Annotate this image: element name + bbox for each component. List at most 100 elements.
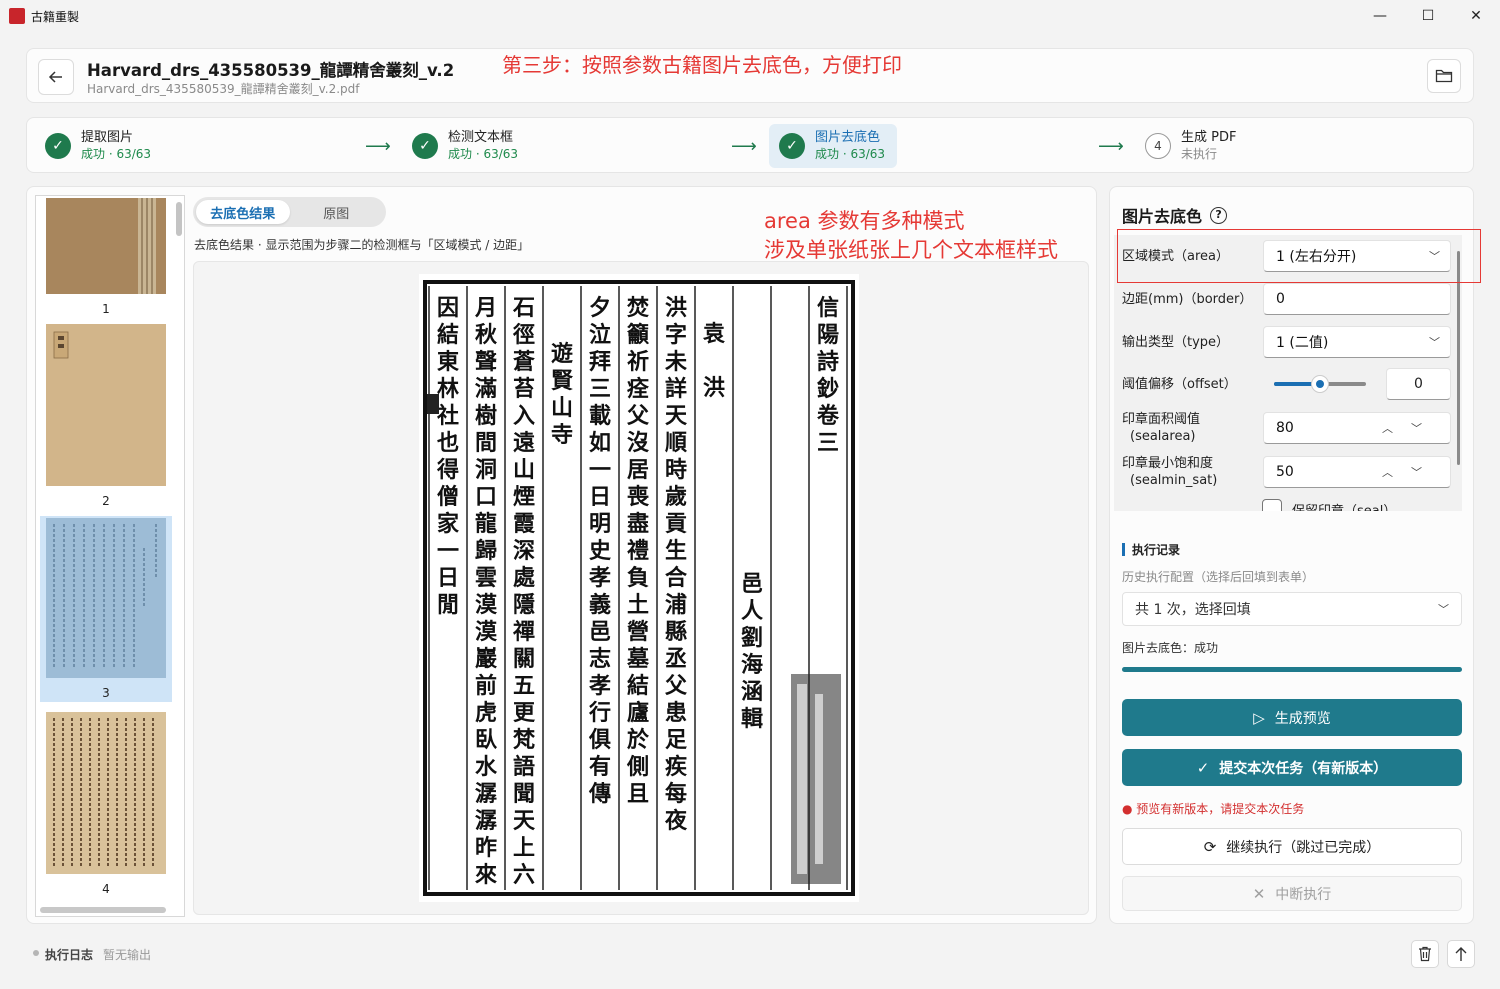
panel-title: 图片去底色 ? [1122,203,1228,227]
type-select[interactable]: 1 (二值) ﹀ [1263,326,1451,358]
expand-log-button[interactable] [1447,940,1475,968]
page-column-text: 因結東林社也得僧家一日閒 [436,295,460,618]
sealmin-label-line: (sealmin_sat) [1130,473,1218,488]
step-name: 提取图片 [81,130,134,145]
page-column-text: 遊賢山寺 [551,341,574,448]
history-select-value: 共 1 次，选择回填 [1135,602,1251,618]
border-label: 边距(mm)（border） [1122,291,1253,307]
back-button[interactable] [38,59,74,95]
page-thumbnail-image [46,324,166,486]
app-logo-icon [9,8,25,24]
help-icon[interactable]: ? [1210,206,1228,224]
thumbnail-scrollbar[interactable] [176,202,182,236]
log-label: 执行日志 [45,948,94,962]
annotation-step3: 第三步：按照参数古籍图片去底色，方便打印 [502,53,902,77]
new-version-warning-text: 预览有新版本，请提交本次任务 [1136,802,1305,816]
continue-button[interactable]: ⟳ 继续执行（跳过已完成） [1122,828,1462,865]
abort-label: 中断执行 [1275,886,1332,903]
chevron-down-icon: ﹀ [1438,603,1449,616]
page-thumbnail-image [46,518,166,678]
thumbnail-number: 3 [102,686,110,700]
tab-result[interactable]: 去底色结果 [196,200,290,224]
minimize-button[interactable]: — [1356,0,1404,32]
history-title: 执行记录 [1122,541,1180,558]
border-input[interactable]: 0 [1263,283,1451,315]
arrow-up-icon [1455,947,1467,961]
view-caption: 去底色结果 · 显示范围为步骤二的检测框与「区域模式 / 边距」 [194,238,530,252]
trash-icon [1419,946,1431,962]
annotation-highlight-box [1117,229,1481,283]
view-toggle: 去底色结果 原图 [193,197,386,227]
document-filename: Harvard_drs_435580539_龍譚精舍叢刻_v.2.pdf [87,82,360,96]
log-status-dot [33,950,39,956]
maximize-button[interactable]: ☐ [1404,0,1452,32]
sealmin-input-value: 50 [1276,464,1294,480]
offset-input[interactable]: 0 [1386,368,1451,400]
spin-arrows-icon[interactable]: ︿﹀ [1382,420,1440,436]
arrow-left-icon [48,71,62,83]
sealarea-label-line: 印章面积阈值 [1122,412,1201,427]
check-icon: ✓ [412,133,438,159]
field-border: 边距(mm)（border） 0 [1122,281,1462,317]
page-column-text: 月秋聲滿樹間洞口龍歸雲漠漠巖前虎臥水潺潺昨來 [474,295,498,888]
new-version-warning: ● 预览有新版本，请提交本次任务 [1122,802,1305,816]
image-preview: 信陽詩鈔卷三 邑人劉海涵輯 袁 洪洪字未詳天順時歲貢生合浦縣丞父患足疾每夜 焚籲祈痊父… [193,261,1089,915]
field-offset: 阈值偏移（offset） 0 [1122,366,1462,402]
step-status: 成功 · 63/63 [81,147,152,161]
page-column-text: 邑人劉海涵輯 [741,571,763,732]
arrow-right-icon: ⟶ [1098,136,1124,157]
thumbnail-number: 2 [102,494,110,508]
clear-log-button[interactable] [1411,940,1439,968]
step-remove-background[interactable]: ✓ 图片去底色 成功 · 63/63 [769,124,898,168]
step-progress: ✓ 提取图片 成功 · 63/63 ⟶ ✓ 检测文本框 成功 · 63/63 ⟶… [26,117,1474,173]
arrow-right-icon: ⟶ [365,136,391,157]
thumbnail-number: 1 [102,302,110,316]
abort-button[interactable]: ✕ 中断执行 [1122,876,1462,911]
refresh-icon: ⟳ [1203,837,1217,856]
step-detect-textbox[interactable]: ✓ 检测文本框 成功 · 63/63 [402,124,530,168]
seal-label: 保留印章（seal） [1292,503,1397,512]
open-folder-button[interactable] [1427,59,1461,93]
log-empty-text: 暂无输出 [103,948,152,962]
folder-icon [1435,69,1453,83]
history-title-text: 执行记录 [1132,543,1181,557]
step-generate-pdf[interactable]: 4 生成 PDF 未执行 [1135,124,1248,168]
spin-arrows-icon[interactable]: ︿﹀ [1382,464,1440,480]
thumbnail-item[interactable]: 2 [40,324,172,508]
seal-checkbox[interactable] [1262,499,1282,511]
sealmin-label: 印章最小饱和度 (sealmin_sat) [1122,455,1262,489]
settings-panel: 图片去底色 ? 区域模式（area） 1 (左右分开) ﹀ 边距(mm)（bor… [1109,186,1474,924]
sealmin-label-line: 印章最小饱和度 [1122,456,1214,471]
document-title: Harvard_drs_435580539_龍譚精舍叢刻_v.2 [87,61,455,80]
history-select[interactable]: 共 1 次，选择回填 ﹀ [1122,592,1462,626]
sealarea-input[interactable]: 80 ︿﹀ [1263,412,1451,444]
thumbnail-list[interactable]: 1 2 3 4 [35,195,185,917]
page-column-text: 信陽詩鈔卷三 [816,295,840,456]
offset-label: 阈值偏移（offset） [1122,376,1237,392]
thumbnail-item[interactable]: 4 [40,712,172,896]
border-input-value: 0 [1276,291,1285,307]
field-sealarea: 印章面积阈值 (sealarea) 80 ︿﹀ [1122,408,1462,448]
sealmin-input[interactable]: 50 ︿﹀ [1263,456,1451,488]
field-sealmin-sat: 印章最小饱和度 (sealmin_sat) 50 ︿﹀ [1122,452,1462,492]
step-name: 图片去底色 [815,130,881,145]
play-icon: ▷ [1253,708,1265,727]
submit-task-label: 提交本次任务（有新版本） [1219,760,1388,777]
offset-input-value: 0 [1414,376,1423,392]
check-icon: ✓ [45,133,71,159]
thumbnail-item[interactable]: 1 [40,198,172,316]
slider-handle[interactable] [1311,375,1329,393]
field-seal: 保留印章（seal） [1262,497,1462,511]
sealarea-label: 印章面积阈值 (sealarea) [1122,411,1262,445]
offset-slider[interactable] [1274,375,1366,393]
form-scrollbar[interactable] [1457,251,1460,465]
submit-task-button[interactable]: ✓ 提交本次任务（有新版本） [1122,749,1462,786]
history-subtitle: 历史执行配置（选择后回填到表单） [1122,570,1315,584]
step-extract-images[interactable]: ✓ 提取图片 成功 · 63/63 [35,124,163,168]
thumbnail-item-selected[interactable]: 3 [40,516,172,702]
type-select-value: 1 (二值) [1276,335,1329,351]
tab-original[interactable]: 原图 [290,200,384,224]
thumbnail-horizontal-scrollbar[interactable] [40,907,166,913]
close-button[interactable]: ✕ [1452,0,1500,32]
generate-preview-button[interactable]: ▷ 生成预览 [1122,699,1462,736]
